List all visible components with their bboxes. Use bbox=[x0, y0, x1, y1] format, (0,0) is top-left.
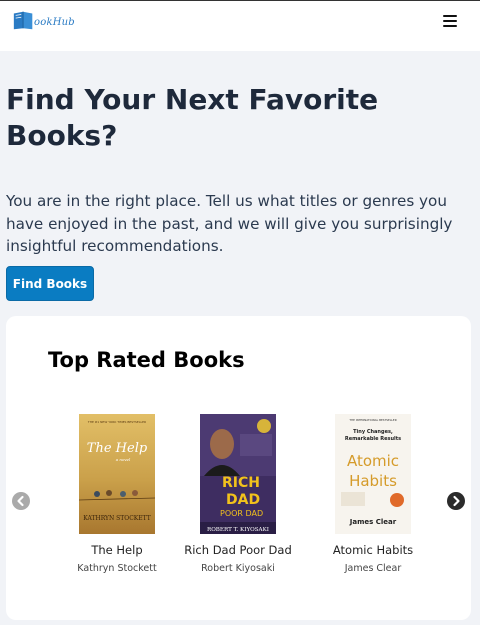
menu-bar bbox=[443, 20, 457, 22]
hero-description: You are in the right place. Tell us what… bbox=[6, 192, 453, 255]
book-author: Robert Kiyosaki bbox=[201, 563, 275, 574]
svg-text:THE INTERNATIONAL BESTSELLER: THE INTERNATIONAL BESTSELLER bbox=[348, 418, 396, 422]
hamburger-menu-icon[interactable] bbox=[442, 14, 458, 28]
svg-text:Remarkable Results: Remarkable Results bbox=[345, 436, 401, 442]
book-title[interactable]: Atomic Habits bbox=[313, 543, 433, 557]
book-cover-art: THE #1 NEW YORK TIMES BESTSELLER The Hel… bbox=[79, 414, 155, 534]
section-title: Top Rated Books bbox=[48, 348, 245, 372]
chevron-left-icon[interactable] bbox=[12, 492, 30, 510]
svg-text:a novel: a novel bbox=[116, 457, 131, 462]
book-card[interactable]: RICH DAD POOR DAD ROBERT T. KIYOSAKI Ric… bbox=[178, 414, 298, 574]
book-cover[interactable]: THE #1 NEW YORK TIMES BESTSELLER The Hel… bbox=[79, 414, 155, 534]
menu-bar bbox=[443, 25, 457, 27]
book-author: James Clear bbox=[344, 563, 402, 574]
book-title[interactable]: The Help bbox=[57, 543, 177, 557]
book-card[interactable]: THE #1 NEW YORK TIMES BESTSELLER The Hel… bbox=[57, 414, 177, 574]
hero-title: Find Your Next Favorite Books? bbox=[6, 83, 379, 152]
svg-text:The Help: The Help bbox=[87, 441, 148, 456]
chevron-left-glyph bbox=[17, 495, 24, 507]
svg-text:Atomic: Atomic bbox=[347, 452, 399, 470]
svg-text:POOR DAD: POOR DAD bbox=[220, 509, 263, 518]
book-cover-art: RICH DAD POOR DAD ROBERT T. KIYOSAKI bbox=[200, 414, 276, 534]
book-title[interactable]: Rich Dad Poor Dad bbox=[178, 543, 298, 557]
svg-text:RICH: RICH bbox=[222, 475, 260, 491]
find-books-button[interactable]: Find Books bbox=[6, 266, 94, 301]
book-card[interactable]: THE INTERNATIONAL BESTSELLER Tiny Change… bbox=[313, 414, 433, 574]
svg-text:DAD: DAD bbox=[226, 492, 260, 508]
svg-text:Tiny Changes,: Tiny Changes, bbox=[353, 429, 393, 435]
svg-text:KATHRYN STOCKETT: KATHRYN STOCKETT bbox=[83, 515, 151, 522]
top-rated-section: Top Rated Books THE #1 NEW YORK TIMES BE… bbox=[6, 316, 471, 620]
book-cover[interactable]: RICH DAD POOR DAD ROBERT T. KIYOSAKI bbox=[200, 414, 276, 534]
book-cover-art: THE INTERNATIONAL BESTSELLER Tiny Change… bbox=[335, 414, 411, 534]
svg-text:Habits: Habits bbox=[349, 472, 397, 490]
chevron-right-glyph bbox=[453, 495, 460, 507]
site-header: ookHub bbox=[0, 1, 480, 51]
brand-logo[interactable]: ookHub bbox=[12, 8, 75, 32]
brand-name: ookHub bbox=[34, 16, 75, 28]
book-author: Kathryn Stockett bbox=[77, 563, 157, 574]
svg-text:ROBERT T. KIYOSAKI: ROBERT T. KIYOSAKI bbox=[207, 527, 269, 533]
menu-bar bbox=[443, 15, 457, 17]
svg-text:James Clear: James Clear bbox=[349, 518, 397, 526]
svg-text:THE #1 NEW YORK TIMES BESTSELL: THE #1 NEW YORK TIMES BESTSELLER bbox=[87, 420, 146, 424]
book-logo-icon bbox=[13, 11, 33, 30]
book-cover[interactable]: THE INTERNATIONAL BESTSELLER Tiny Change… bbox=[335, 414, 411, 534]
chevron-right-icon[interactable] bbox=[447, 492, 465, 510]
